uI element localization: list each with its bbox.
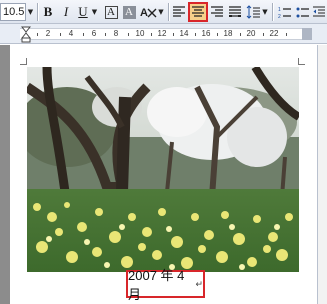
decrease-indent-icon [313,6,325,17]
ruler-number: 2 [45,29,51,38]
paragraph-mark-icon: ↵ [195,278,203,289]
bullets-button[interactable] [294,3,310,21]
numbering-button[interactable]: 1 2 [276,3,292,21]
italic-label: I [63,4,69,19]
date-caption[interactable]: 2007 年 4 月 ↵ [126,268,205,302]
align-left-button[interactable] [171,3,187,21]
horizontal-ruler: 2 4 6 8 10 12 14 16 18 20 22 [0,24,327,44]
underline-button[interactable]: U [76,3,90,21]
change-case-icon: A [140,7,157,19]
align-center-button[interactable] [188,2,208,22]
bold-label: B [43,4,53,19]
ruler-number: 16 [201,29,211,38]
ruler-margin [302,28,312,40]
svg-text:1: 1 [278,7,281,13]
svg-text:A: A [140,7,148,19]
margin-corner-marker [20,58,27,65]
line-spacing-dropdown-icon[interactable]: ▼ [261,3,269,21]
ruler-number: 12 [157,29,167,38]
ruler-number: 20 [246,29,256,38]
numbering-icon: 1 2 [278,7,291,19]
line-spacing-icon [246,5,260,19]
ruler-number: 18 [223,29,233,38]
indent-marker-icon[interactable] [21,26,31,44]
character-shading-icon: A [122,5,136,19]
character-border-icon: A [104,5,118,19]
ruler-number: 6 [91,29,97,38]
underline-label: U [78,4,88,19]
date-caption-text: 2007 年 4 月 [128,268,185,302]
change-case-button[interactable]: A [139,3,157,21]
align-right-icon [211,6,223,17]
align-right-button[interactable] [209,3,225,21]
italic-button[interactable]: I [58,3,74,21]
font-size-value: 10.5 [3,6,25,18]
line-spacing-button[interactable] [246,3,260,21]
character-shading-button[interactable]: A [121,3,137,21]
ruler-number: 14 [179,29,189,38]
ruler-number: 4 [68,29,74,38]
font-size-dropdown-icon[interactable]: ▼ [26,3,35,21]
distributed-icon [229,6,241,17]
ruler-number: 8 [113,29,119,38]
svg-text:2: 2 [278,14,281,19]
bullets-icon [296,7,309,17]
align-center-icon [192,6,204,17]
vertical-scrollbar[interactable] [317,45,327,304]
change-case-dropdown-icon[interactable]: ▼ [157,3,165,21]
font-size-box[interactable]: 10.5 [0,3,26,21]
character-border-button[interactable]: A [103,3,119,21]
bold-button[interactable]: B [40,3,56,21]
decrease-indent-button[interactable] [312,3,326,21]
underline-dropdown-icon[interactable]: ▼ [90,3,99,21]
ruler-number: 22 [269,29,279,38]
align-left-icon [173,6,185,17]
distributed-button[interactable] [227,3,243,21]
plum-blossom-photo[interactable] [27,67,299,272]
formatting-toolbar: 10.5 ▼ B I U ▼ A A A ▼ ▼ 1 2 [0,0,327,24]
margin-corner-marker [298,58,305,65]
photo-image [27,67,299,272]
ruler-number: 10 [135,29,145,38]
